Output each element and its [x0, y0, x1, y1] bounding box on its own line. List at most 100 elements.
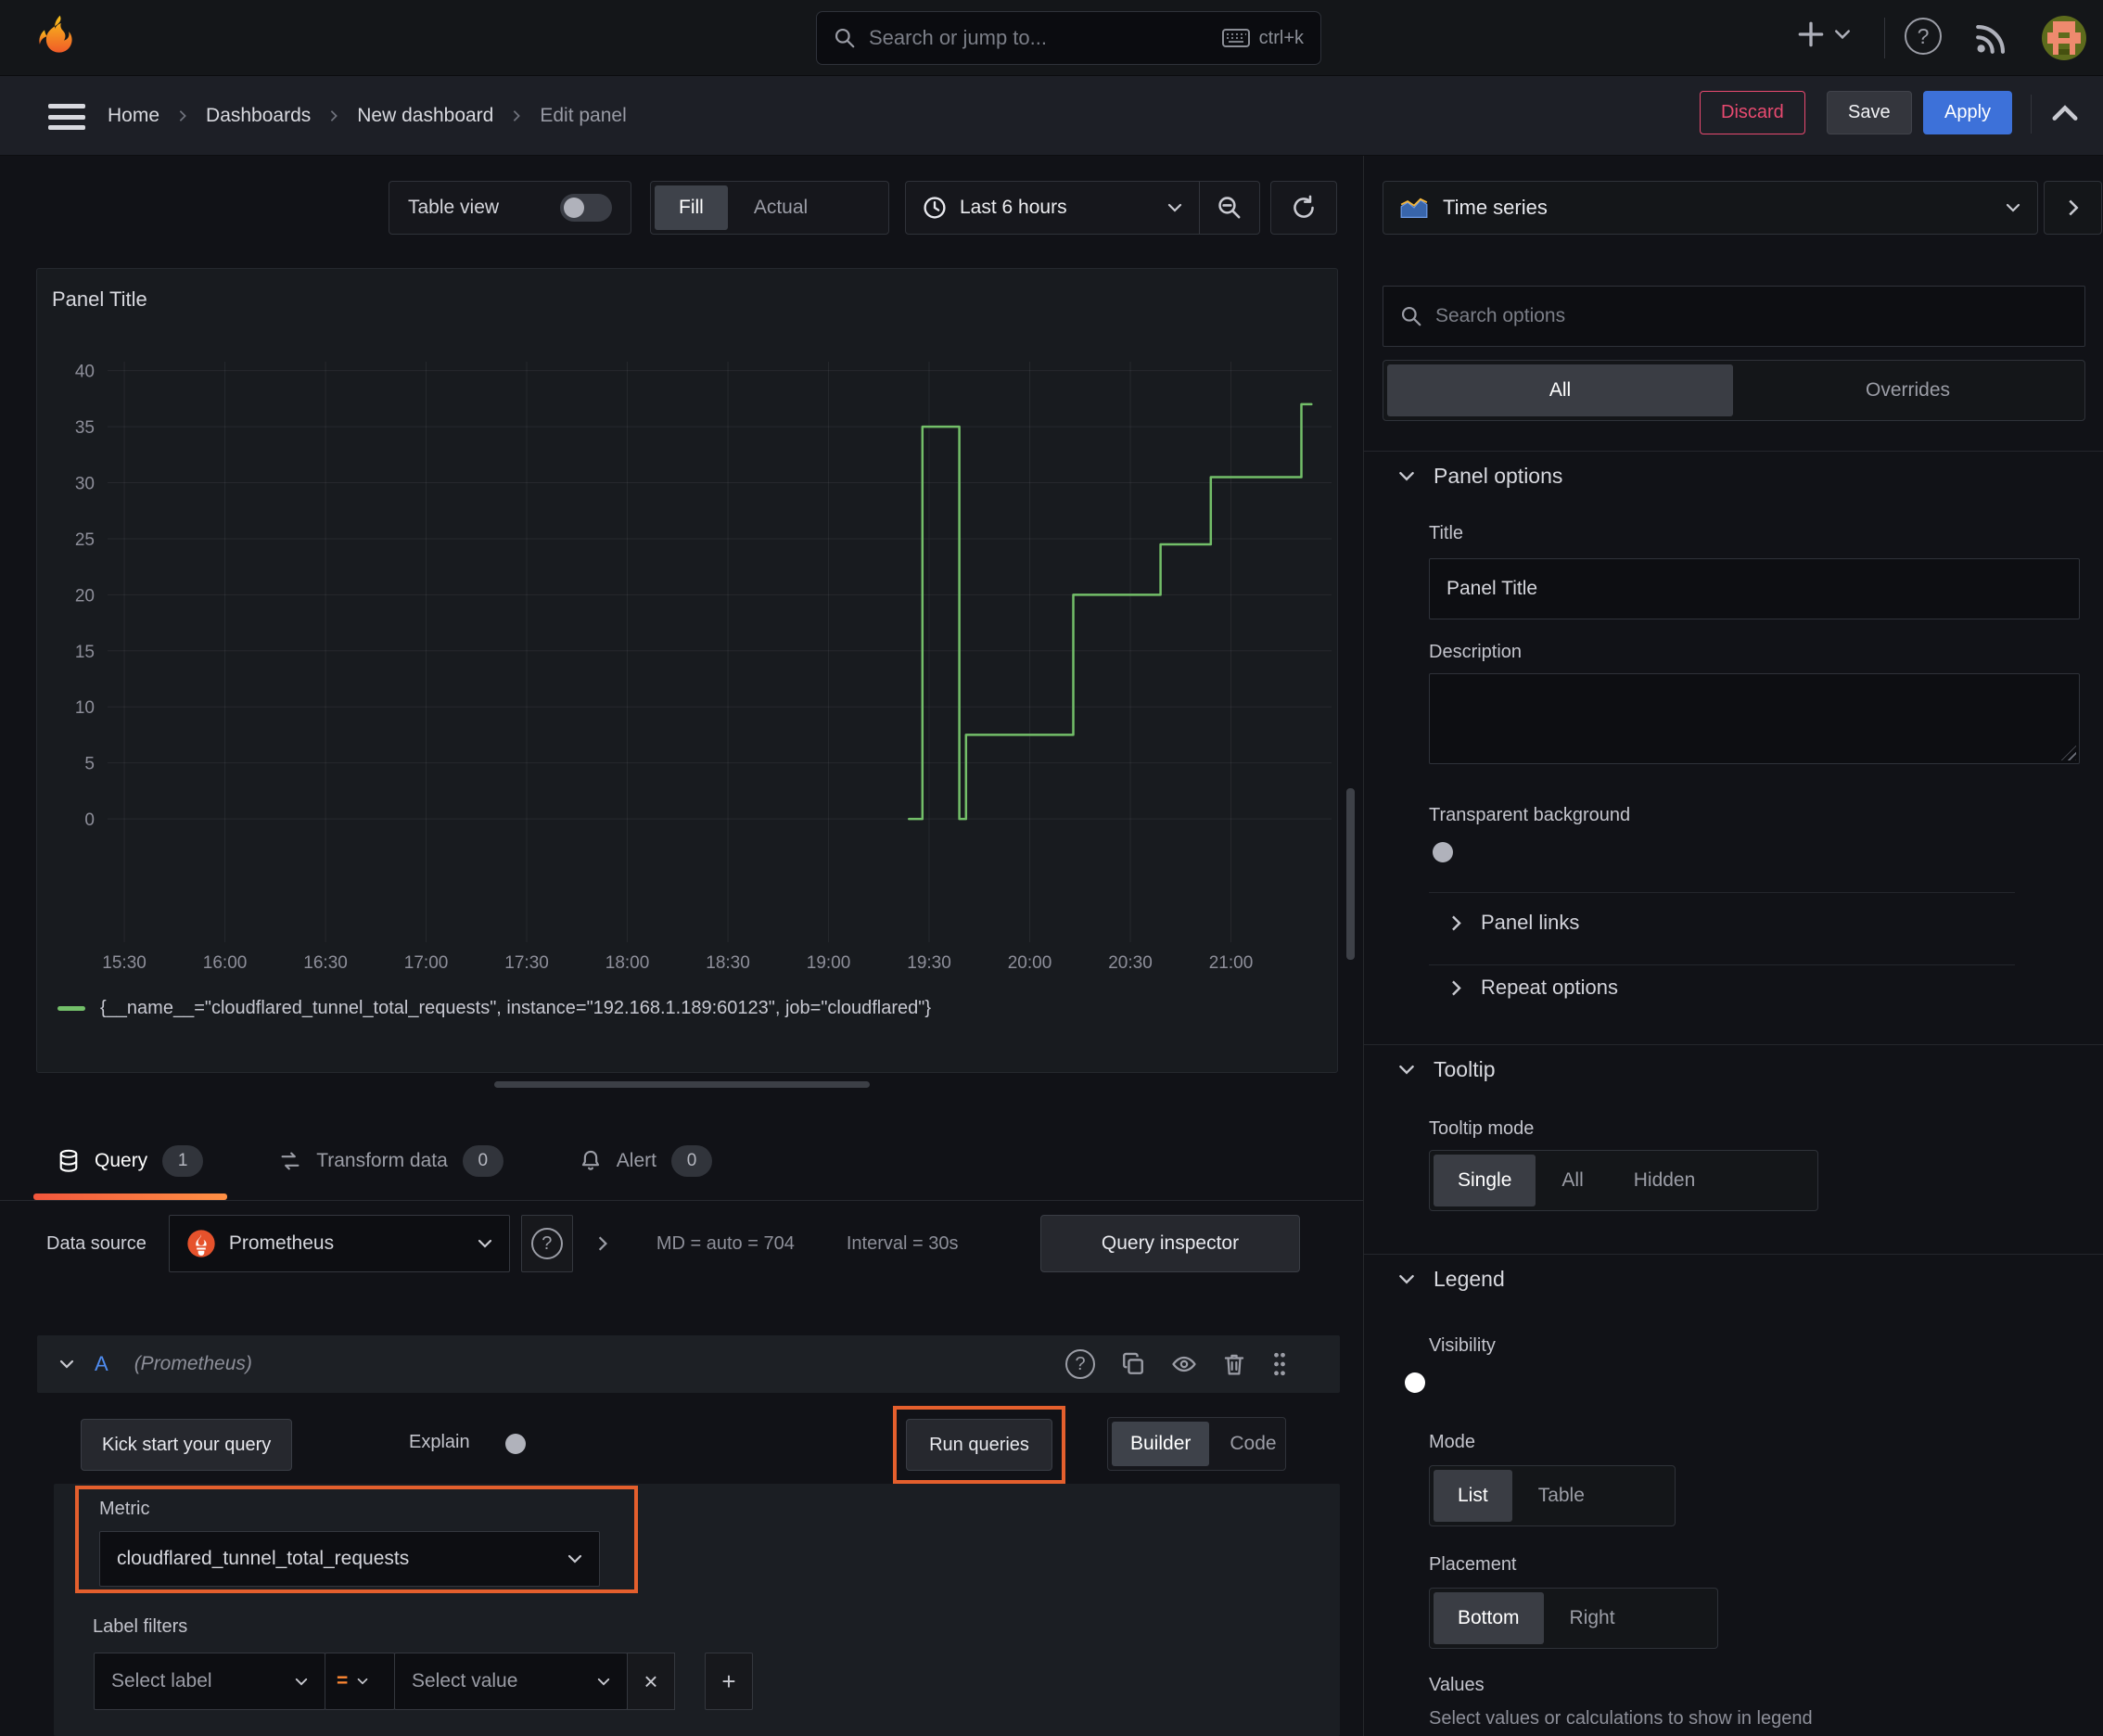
chevron-down-icon[interactable] — [59, 1359, 74, 1369]
legend-mode-table[interactable]: Table — [1514, 1470, 1609, 1522]
options-sidebar: Time series Search options All Overrides… — [1363, 156, 2103, 1736]
help-button[interactable]: ? — [1905, 18, 1942, 55]
add-filter-button[interactable]: + — [705, 1653, 753, 1710]
svg-text:18:00: 18:00 — [605, 953, 650, 973]
time-range-picker[interactable]: Last 6 hours — [906, 182, 1199, 234]
svg-text:0: 0 — [84, 811, 95, 830]
save-button[interactable]: Save — [1827, 91, 1912, 134]
topbar-divider — [1884, 18, 1885, 58]
toggle-viz-suggestions-button[interactable] — [2044, 181, 2102, 235]
chevron-right-icon[interactable] — [597, 1235, 608, 1252]
close-icon: × — [644, 1666, 658, 1695]
search-icon — [834, 27, 856, 49]
panel-options-header: Panel options — [1434, 464, 1563, 488]
svg-text:18:30: 18:30 — [706, 953, 750, 973]
duplicate-query-icon[interactable] — [1121, 1352, 1145, 1376]
legend-placement-bottom[interactable]: Bottom — [1434, 1592, 1544, 1644]
run-queries-button[interactable]: Run queries — [906, 1419, 1052, 1471]
select-label-dropdown[interactable]: Select label — [94, 1653, 325, 1710]
table-view-toggle[interactable] — [560, 194, 612, 222]
breadcrumb-dashboards[interactable]: Dashboards — [206, 105, 311, 127]
hide-response-eye-icon[interactable] — [1171, 1352, 1197, 1376]
discard-button[interactable]: Discard — [1700, 91, 1805, 134]
query-inspector-button[interactable]: Query inspector — [1040, 1215, 1300, 1272]
chevron-down-icon — [357, 1678, 368, 1685]
chevron-down-icon — [567, 1554, 582, 1564]
operator-dropdown[interactable]: = — [325, 1653, 395, 1710]
delete-query-trash-icon[interactable] — [1223, 1352, 1245, 1376]
chart-legend[interactable]: {__name__="cloudflared_tunnel_total_requ… — [57, 998, 931, 1019]
section-repeat-options[interactable]: Repeat options — [1450, 976, 1618, 1000]
resize-grip-icon[interactable] — [2061, 746, 2076, 760]
legend-header: Legend — [1434, 1267, 1505, 1291]
clock-icon — [923, 196, 947, 220]
metric-select[interactable]: cloudflared_tunnel_total_requests — [99, 1531, 600, 1587]
transform-icon — [279, 1150, 301, 1172]
code-option[interactable]: Code — [1211, 1422, 1294, 1466]
tab-overrides[interactable]: Overrides — [1735, 364, 2081, 416]
edit-pane: Table view Fill Actual Last 6 hours Pane… — [0, 156, 1363, 1736]
tab-alert[interactable]: Alert 0 — [555, 1122, 736, 1200]
legend-mode-label: Mode — [1429, 1432, 1476, 1452]
datasource-picker[interactable]: Prometheus — [168, 1215, 510, 1272]
run-queries-annotation: Run queries — [893, 1406, 1065, 1484]
zoom-out-button[interactable] — [1200, 182, 1259, 234]
svg-text:5: 5 — [84, 755, 95, 774]
breadcrumb-new-dashboard[interactable]: New dashboard — [357, 105, 493, 127]
scrollbar-thumb[interactable] — [1346, 788, 1355, 960]
tab-all[interactable]: All — [1387, 364, 1733, 416]
section-legend[interactable]: Legend — [1398, 1267, 1505, 1292]
datasource-label: Data source — [46, 1232, 147, 1254]
news-rss-icon[interactable] — [1973, 21, 2008, 57]
actual-option[interactable]: Actual — [730, 185, 832, 230]
user-avatar[interactable] — [2042, 16, 2086, 60]
menu-toggle-button[interactable] — [48, 104, 85, 130]
datasource-value: Prometheus — [228, 1232, 335, 1254]
breadcrumb-home[interactable]: Home — [108, 105, 159, 127]
global-search-input[interactable]: Search or jump to... ctrl+k — [816, 11, 1321, 65]
chevron-down-icon — [2006, 203, 2020, 212]
section-panel-options[interactable]: Panel options — [1398, 464, 1562, 489]
tab-transform-data[interactable]: Transform data 0 — [255, 1122, 528, 1200]
datasource-help-button[interactable]: ? — [520, 1215, 573, 1272]
visualization-picker[interactable]: Time series — [1383, 181, 2038, 235]
tooltip-mode-single[interactable]: Single — [1434, 1155, 1536, 1206]
fill-option[interactable]: Fill — [655, 185, 728, 230]
builder-code-segmented: Builder Code — [1107, 1417, 1286, 1471]
svg-text:40: 40 — [75, 363, 95, 382]
apply-button[interactable]: Apply — [1923, 91, 2013, 134]
description-label: Description — [1429, 642, 1523, 662]
query-help-icon[interactable]: ? — [1065, 1349, 1095, 1379]
kick-start-query-button[interactable]: Kick start your query — [81, 1419, 293, 1471]
select-value-dropdown[interactable]: Select value — [394, 1653, 628, 1710]
tooltip-mode-all[interactable]: All — [1537, 1155, 1607, 1206]
collapse-panel-chevron-up-icon[interactable] — [2051, 104, 2079, 122]
builder-option[interactable]: Builder — [1112, 1422, 1210, 1466]
query-datasource-hint: (Prometheus) — [134, 1353, 252, 1374]
grafana-logo-icon[interactable] — [33, 13, 82, 63]
time-series-chart[interactable]: 0 5 10 15 20 25 30 35 40 15:30 16:00 16:30 17:00 17:3… — [37, 343, 1339, 992]
legend-placement-right[interactable]: Right — [1546, 1592, 1639, 1644]
tab-query-badge: 1 — [162, 1145, 204, 1177]
select-value-placeholder: Select value — [412, 1670, 518, 1691]
fill-actual-segmented: Fill Actual — [650, 181, 889, 235]
section-panel-links[interactable]: Panel links — [1450, 911, 1579, 935]
remove-filter-button[interactable]: × — [627, 1653, 675, 1710]
description-textarea[interactable] — [1429, 673, 2080, 764]
legend-mode-list[interactable]: List — [1434, 1470, 1512, 1522]
refresh-button[interactable] — [1270, 181, 1337, 235]
search-options-field[interactable]: Search options — [1383, 286, 2085, 347]
tab-query[interactable]: Query 1 — [33, 1122, 228, 1200]
tooltip-mode-hidden[interactable]: Hidden — [1610, 1155, 1720, 1206]
panel-title-input[interactable] — [1429, 558, 2080, 619]
drag-handle-icon[interactable] — [1271, 1351, 1288, 1377]
panel-preview: Panel Title 0 5 10 15 20 25 30 35 40 15:30 16:00 16… — [36, 268, 1338, 1073]
bell-icon — [580, 1149, 602, 1173]
chevron-right-icon — [327, 109, 340, 122]
search-icon — [1400, 305, 1422, 327]
section-tooltip[interactable]: Tooltip — [1398, 1057, 1495, 1082]
new-menu-button[interactable] — [1797, 20, 1851, 48]
query-row-header[interactable]: A (Prometheus) ? — [37, 1335, 1340, 1393]
pane-resize-handle[interactable] — [494, 1081, 870, 1088]
title-label: Title — [1429, 523, 1464, 543]
